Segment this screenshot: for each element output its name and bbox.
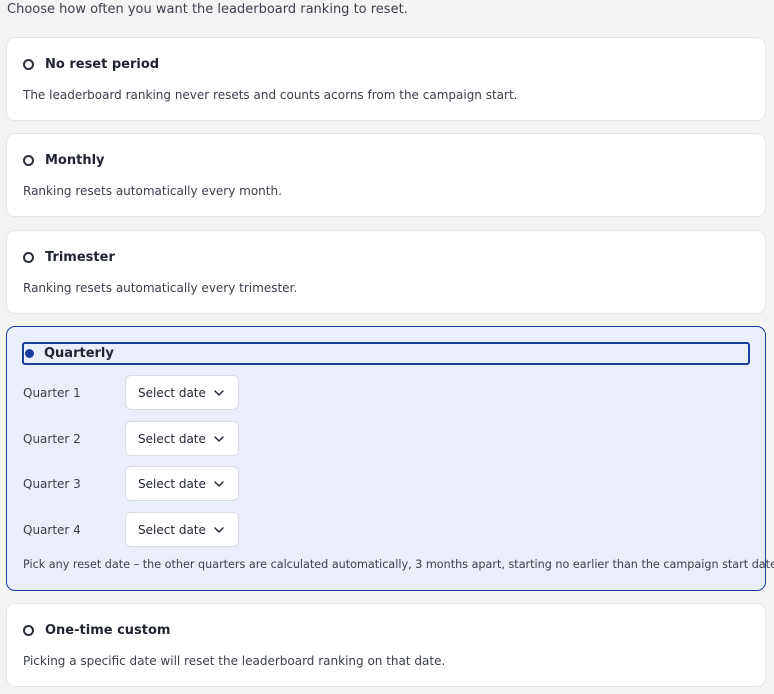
- quarter-4-date-select[interactable]: Select date: [125, 512, 239, 547]
- select-label: Select date: [138, 431, 206, 446]
- quarter-label: Quarter 3: [23, 476, 81, 491]
- option-quarterly-header[interactable]: Quarterly: [22, 342, 750, 365]
- option-one-time-custom[interactable]: One-time custom Picking a specific date …: [6, 603, 766, 687]
- option-monthly[interactable]: Monthly Ranking resets automatically eve…: [6, 133, 766, 217]
- select-label: Select date: [138, 385, 206, 400]
- quarterly-hint: Pick any reset date – the other quarters…: [23, 558, 774, 571]
- option-no-reset[interactable]: No reset period The leaderboard ranking …: [6, 37, 766, 121]
- radio-selected-icon[interactable]: [25, 349, 34, 358]
- radio-icon[interactable]: [23, 625, 34, 636]
- quarter-label: Quarter 4: [23, 522, 81, 537]
- option-description: Ranking resets automatically every month…: [23, 184, 282, 198]
- option-label: No reset period: [45, 57, 160, 72]
- reset-intro-text: Choose how often you want the leaderboar…: [7, 2, 408, 17]
- chevron-down-icon: [214, 389, 224, 396]
- chevron-down-icon: [214, 435, 224, 442]
- quarter-row: Quarter 3 Select date: [23, 466, 239, 501]
- quarter-label: Quarter 1: [23, 385, 81, 400]
- radio-icon[interactable]: [23, 155, 34, 166]
- chevron-down-icon: [214, 480, 224, 487]
- option-trimester[interactable]: Trimester Ranking resets automatically e…: [6, 230, 766, 314]
- option-label: One-time custom: [45, 623, 171, 638]
- quarter-2-date-select[interactable]: Select date: [125, 421, 239, 456]
- chevron-down-icon: [214, 526, 224, 533]
- quarter-3-date-select[interactable]: Select date: [125, 466, 239, 501]
- option-description: Ranking resets automatically every trime…: [23, 281, 298, 295]
- select-label: Select date: [138, 522, 206, 537]
- option-quarterly[interactable]: Quarterly Quarter 1 Select date Quarter …: [6, 326, 774, 591]
- quarter-row: Quarter 2 Select date: [23, 421, 239, 456]
- radio-icon[interactable]: [23, 59, 34, 70]
- option-description: Picking a specific date will reset the l…: [23, 654, 446, 668]
- option-description: The leaderboard ranking never resets and…: [23, 88, 518, 102]
- quarter-row: Quarter 4 Select date: [23, 512, 239, 547]
- quarter-1-date-select[interactable]: Select date: [125, 375, 239, 410]
- option-label: Trimester: [45, 250, 115, 265]
- radio-icon[interactable]: [23, 252, 34, 263]
- option-label: Monthly: [45, 153, 105, 168]
- select-label: Select date: [138, 476, 206, 491]
- quarter-row: Quarter 1 Select date: [23, 375, 239, 410]
- quarter-label: Quarter 2: [23, 431, 81, 446]
- option-label: Quarterly: [44, 346, 114, 361]
